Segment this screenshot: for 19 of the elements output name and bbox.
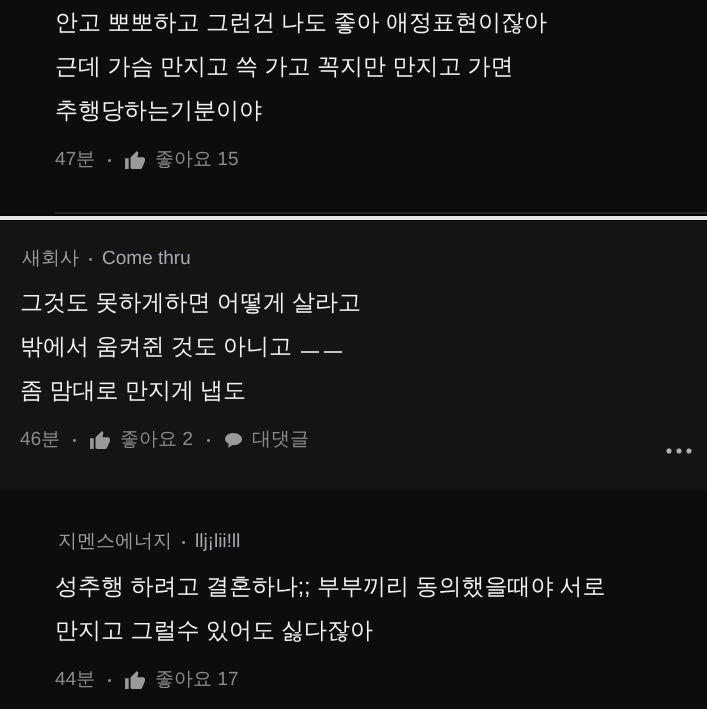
like-button[interactable]: 좋아요 2 bbox=[90, 426, 193, 454]
timestamp: 47분 bbox=[55, 148, 96, 172]
speech-bubble-icon bbox=[224, 432, 243, 448]
company-name: 지멘스에너지 bbox=[58, 530, 172, 554]
author-nickname: llj¡lii!ll bbox=[195, 530, 240, 554]
company-name: 새회사 bbox=[22, 247, 79, 271]
timestamp: 44분 bbox=[55, 668, 96, 692]
comment-text: 그것도 못하게하면 어떻게 살라고 밖에서 움켜쥔 것도 아니고 ㅡㅡ 좀 맘대로 만지게 냅도 bbox=[20, 288, 362, 405]
comment-text: 안고 뽀뽀하고 그런건 나도 좋아 애정표현이잖아 근데 가슴 만지고 쓱 가고 꼭지만 만지고 가면 추행당하는기분이야 bbox=[55, 8, 547, 125]
thumbs-up-icon bbox=[125, 671, 146, 689]
author-nickname: Come thru bbox=[102, 247, 191, 271]
reply-button[interactable]: 대댓글 bbox=[224, 426, 309, 454]
more-icon[interactable] bbox=[666, 448, 692, 454]
comment-text: 성추행 하려고 결혼하나;; 부부끼리 동의했을때야 서로 만지고 그럴수 있어도 싫다잖아 bbox=[55, 572, 606, 645]
like-button[interactable]: 좋아요 15 bbox=[125, 146, 239, 174]
thumbs-up-icon bbox=[90, 431, 110, 449]
timestamp: 46분 bbox=[20, 428, 60, 452]
like-button[interactable]: 좋아요 17 bbox=[125, 666, 239, 694]
thumbs-up-icon bbox=[125, 151, 146, 169]
